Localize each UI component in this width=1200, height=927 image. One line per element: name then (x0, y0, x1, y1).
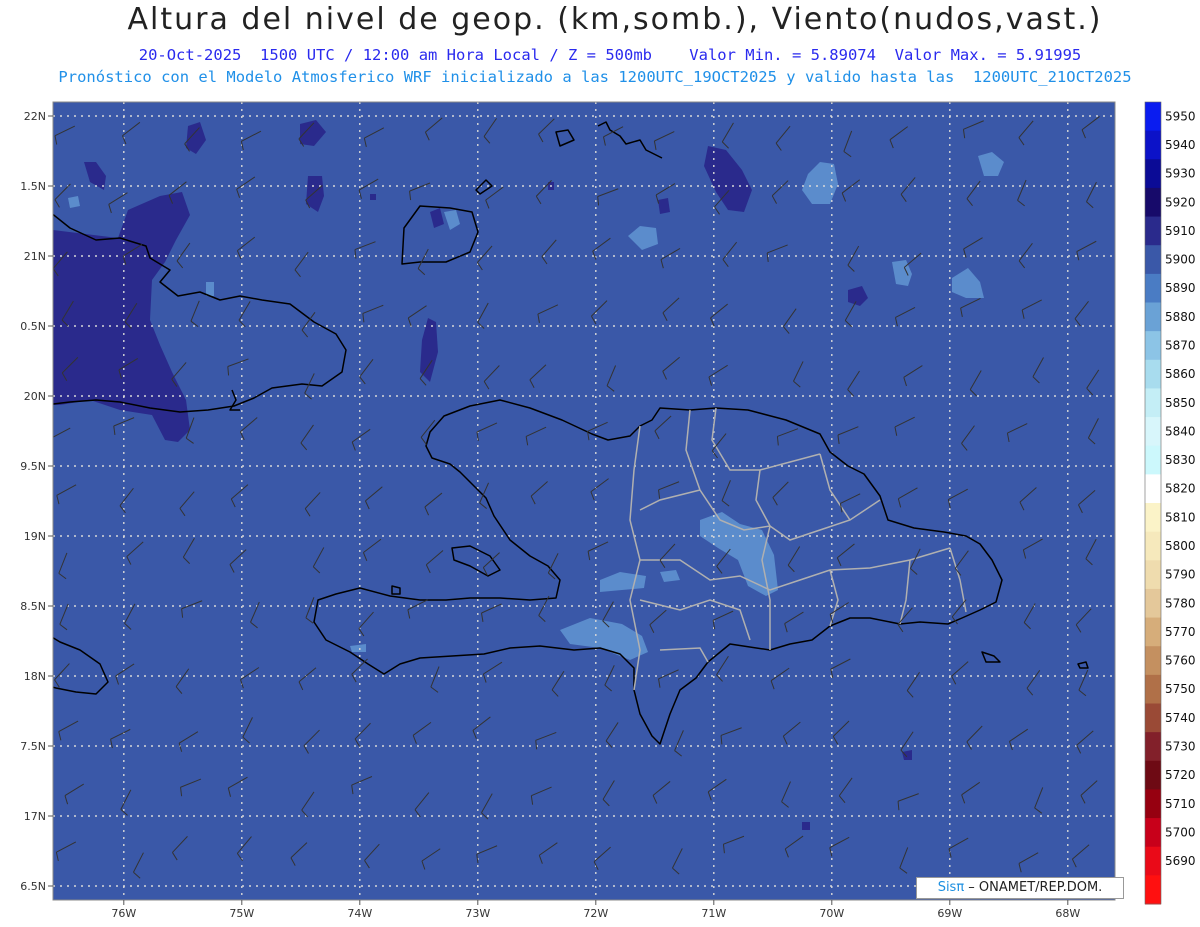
legend-swatch (1145, 789, 1161, 819)
legend-swatch (1145, 588, 1161, 619)
wind-barb-flag (53, 445, 54, 448)
credit-text: – ONAMET/REP.DOM. (964, 880, 1103, 895)
legend-label: 5720 (1165, 768, 1196, 782)
legend-swatch (1145, 273, 1161, 303)
legend-label: 5870 (1165, 338, 1196, 352)
legend-label: 5920 (1165, 195, 1196, 209)
legend-label: 5780 (1165, 596, 1196, 610)
legend-label: 5950 (1165, 109, 1196, 123)
legend-swatch (1145, 732, 1161, 762)
legend-swatch (1145, 875, 1161, 905)
legend-label: 5810 (1165, 510, 1196, 524)
legend-swatch (1145, 445, 1161, 475)
legend-label: 5900 (1165, 253, 1196, 267)
lat-tick-label: 9.5N (20, 460, 46, 473)
color-legend: 5950 5940 5930 5920 5910 5900 5890 5880 5870 5860… (1144, 101, 1196, 905)
lon-tick-label: 76W (111, 907, 136, 920)
legend-swatch (1145, 846, 1161, 876)
lon-tick-label: 68W (1055, 907, 1080, 920)
latitude-axis: 22N 1.5N 21N 0.5N 20N 9.5N 19N 8.5N 18N 7.5N 17N 6.… (20, 110, 53, 893)
lat-tick-label: 0.5N (20, 320, 46, 333)
legend-label: 5790 (1165, 568, 1196, 582)
lon-tick-label: 72W (583, 907, 608, 920)
legend-label: 5850 (1165, 396, 1196, 410)
legend-label: 5910 (1165, 224, 1196, 238)
legend-label: 5750 (1165, 682, 1196, 696)
lon-tick-label: 70W (819, 907, 844, 920)
legend-swatch (1145, 216, 1161, 246)
legend-swatch (1145, 331, 1161, 361)
legend-label: 5820 (1165, 482, 1196, 496)
legend-label: 5700 (1165, 825, 1196, 839)
lat-tick-label: 20N (24, 390, 46, 403)
legend-swatch (1145, 245, 1161, 275)
legend-label: 5740 (1165, 711, 1196, 725)
legend-label: 5830 (1165, 453, 1196, 467)
lat-tick-label: 8.5N (20, 600, 46, 613)
lat-tick-label: 18N (24, 670, 46, 683)
legend-swatch (1145, 531, 1161, 561)
lon-tick-label: 74W (347, 907, 372, 920)
legend-label: 5730 (1165, 739, 1196, 753)
legend-swatch (1145, 302, 1161, 332)
legend-label: 5710 (1165, 797, 1196, 811)
sispi-logo: Sisπ (937, 880, 965, 895)
legend-swatch (1145, 503, 1161, 533)
lat-tick-label: 21N (24, 250, 46, 263)
legend-swatch (1145, 760, 1161, 790)
legend-label: 5860 (1165, 367, 1196, 381)
legend-label: 5800 (1165, 539, 1196, 553)
legend-label: 5890 (1165, 281, 1196, 295)
legend-swatch (1145, 617, 1161, 647)
lat-tick-label: 7.5N (20, 740, 46, 753)
longitude-axis: 76W 75W 74W 73W 72W 71W 70W 69W 68W (111, 900, 1080, 920)
lat-tick-label: 19N (24, 530, 46, 543)
legend-swatch (1145, 703, 1161, 733)
legend-label: 5690 (1165, 854, 1196, 868)
legend-swatch (1145, 130, 1161, 160)
legend-swatch (1145, 646, 1161, 676)
legend-swatch (1145, 388, 1161, 418)
lon-tick-label: 69W (937, 907, 962, 920)
lat-tick-label: 17N (24, 810, 46, 823)
credit-box: Sisπ – ONAMET/REP.DOM. (916, 877, 1124, 899)
legend-swatch (1145, 159, 1161, 189)
legend-label: 5940 (1165, 138, 1196, 152)
weather-map: 22N 1.5N 21N 0.5N 20N 9.5N 19N 8.5N 18N 7.5N 17N 6.… (20, 101, 1196, 920)
lon-tick-label: 73W (465, 907, 490, 920)
legend-swatch (1145, 102, 1161, 132)
legend-label: 5760 (1165, 654, 1196, 668)
lat-tick-label: 1.5N (20, 180, 46, 193)
legend-swatch (1145, 359, 1161, 389)
plot-area (53, 102, 1115, 900)
lat-tick-label: 22N (24, 110, 46, 123)
legend-swatch (1145, 417, 1161, 447)
legend-label: 5930 (1165, 167, 1196, 181)
legend-label: 5770 (1165, 625, 1196, 639)
legend-swatch (1145, 474, 1161, 504)
legend-swatch (1145, 187, 1161, 218)
legend-swatch (1145, 818, 1161, 848)
lat-tick-label: 6.5N (20, 880, 46, 893)
lon-tick-label: 71W (701, 907, 726, 920)
legend-label: 5840 (1165, 424, 1196, 438)
legend-label: 5880 (1165, 310, 1196, 324)
legend-swatch (1145, 560, 1161, 590)
lon-tick-label: 75W (229, 907, 254, 920)
legend-swatch (1145, 674, 1161, 704)
